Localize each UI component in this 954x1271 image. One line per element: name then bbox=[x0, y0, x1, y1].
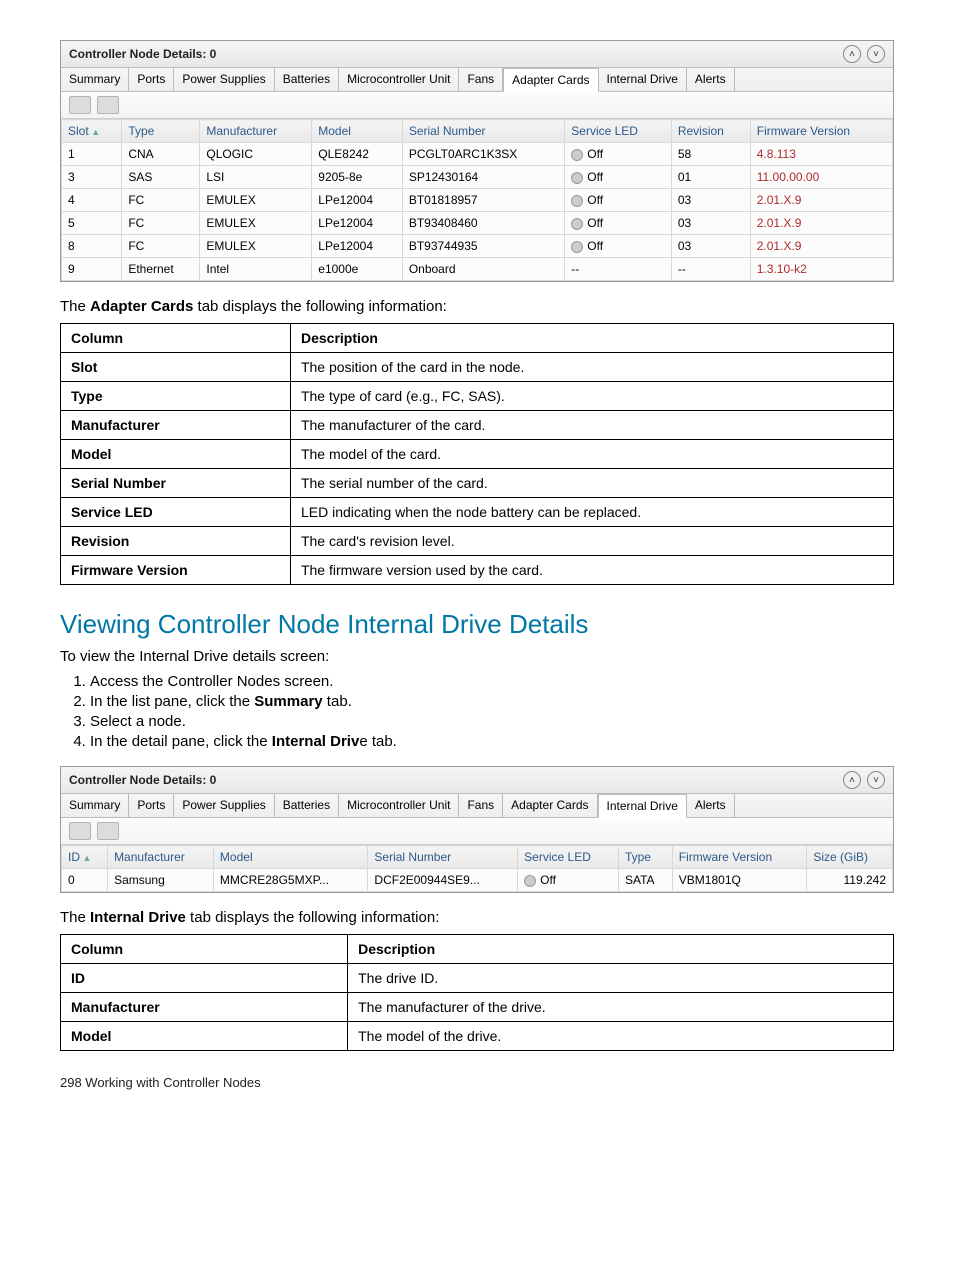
doc-row: Service LEDLED indicating when the node … bbox=[61, 498, 894, 527]
step-item: In the detail pane, click the Internal D… bbox=[90, 733, 894, 750]
step-item: Select a node. bbox=[90, 713, 894, 730]
doc-row: ModelThe model of the drive. bbox=[61, 1022, 894, 1051]
tab-alerts[interactable]: Alerts bbox=[687, 794, 735, 817]
tab-ports[interactable]: Ports bbox=[129, 794, 174, 817]
table-row[interactable]: 0SamsungMMCRE28G5MXP...DCF2E00944SE9...O… bbox=[62, 869, 893, 892]
col-header[interactable]: Slot bbox=[62, 120, 122, 143]
doc-header: Description bbox=[290, 324, 893, 353]
adapter-intro-text: The Adapter Cards tab displays the follo… bbox=[60, 298, 894, 315]
tab-fans[interactable]: Fans bbox=[459, 68, 503, 91]
adapter-cards-panel: Controller Node Details: 0 ˄ ˅ SummaryPo… bbox=[60, 40, 894, 282]
internal-columns-table: ColumnDescriptionIDThe drive ID.Manufact… bbox=[60, 934, 894, 1051]
doc-row: ModelThe model of the card. bbox=[61, 440, 894, 469]
doc-row: RevisionThe card's revision level. bbox=[61, 527, 894, 556]
doc-row: ManufacturerThe manufacturer of the driv… bbox=[61, 993, 894, 1022]
tab-fans[interactable]: Fans bbox=[459, 794, 503, 817]
page-footer: 298 Working with Controller Nodes bbox=[60, 1075, 894, 1090]
internal-drive-table: IDManufacturerModelSerial NumberService … bbox=[61, 845, 893, 892]
col-header[interactable]: Firmware Version bbox=[750, 120, 892, 143]
table-row[interactable]: 4FCEMULEXLPe12004BT01818957Off032.01.X.9 bbox=[62, 189, 893, 212]
panel-toolbar bbox=[61, 92, 893, 119]
steps-list: Access the Controller Nodes screen. In th… bbox=[90, 673, 894, 750]
tab-batteries[interactable]: Batteries bbox=[275, 68, 339, 91]
step-item: Access the Controller Nodes screen. bbox=[90, 673, 894, 690]
internal-intro-text: The Internal Drive tab displays the foll… bbox=[60, 909, 894, 926]
tab-microcontroller-unit[interactable]: Microcontroller Unit bbox=[339, 794, 459, 817]
col-header[interactable]: Type bbox=[122, 120, 200, 143]
table-row[interactable]: 8FCEMULEXLPe12004BT93744935Off032.01.X.9 bbox=[62, 235, 893, 258]
tab-summary[interactable]: Summary bbox=[61, 794, 129, 817]
tab-adapter-cards[interactable]: Adapter Cards bbox=[503, 68, 598, 92]
col-header[interactable]: Serial Number bbox=[402, 120, 564, 143]
doc-row: IDThe drive ID. bbox=[61, 964, 894, 993]
col-header[interactable]: Service LED bbox=[518, 846, 619, 869]
section-intro: To view the Internal Drive details scree… bbox=[60, 648, 894, 665]
tab-power-supplies[interactable]: Power Supplies bbox=[174, 68, 274, 91]
adapter-cards-table: SlotTypeManufacturerModelSerial NumberSe… bbox=[61, 119, 893, 281]
tab-alerts[interactable]: Alerts bbox=[687, 68, 735, 91]
table-row[interactable]: 9EthernetIntele1000eOnboard----1.3.10-k2 bbox=[62, 258, 893, 281]
tab-microcontroller-unit[interactable]: Microcontroller Unit bbox=[339, 68, 459, 91]
col-header[interactable]: Service LED bbox=[565, 120, 672, 143]
col-header[interactable]: Manufacturer bbox=[200, 120, 312, 143]
col-header[interactable]: Size (GiB) bbox=[807, 846, 893, 869]
doc-row: ManufacturerThe manufacturer of the card… bbox=[61, 411, 894, 440]
section-heading: Viewing Controller Node Internal Drive D… bbox=[60, 609, 894, 640]
panel-header: Controller Node Details: 0 ˄ ˅ bbox=[61, 767, 893, 794]
col-header[interactable]: Revision bbox=[671, 120, 750, 143]
adapter-columns-table: ColumnDescriptionSlotThe position of the… bbox=[60, 323, 894, 585]
doc-header: Description bbox=[348, 935, 894, 964]
tab-internal-drive[interactable]: Internal Drive bbox=[599, 68, 687, 91]
col-header[interactable]: Firmware Version bbox=[672, 846, 807, 869]
collapse-down-icon[interactable]: ˅ bbox=[867, 45, 885, 63]
table-row[interactable]: 5FCEMULEXLPe12004BT93408460Off032.01.X.9 bbox=[62, 212, 893, 235]
table-row[interactable]: 3SASLSI9205-8eSP12430164Off0111.00.00.00 bbox=[62, 166, 893, 189]
col-header[interactable]: ID bbox=[62, 846, 108, 869]
panel-toolbar bbox=[61, 818, 893, 845]
collapse-up-icon[interactable]: ˄ bbox=[843, 771, 861, 789]
panel-tabs: SummaryPortsPower SuppliesBatteriesMicro… bbox=[61, 68, 893, 92]
toolbar-btn1[interactable] bbox=[69, 96, 91, 114]
panel-header: Controller Node Details: 0 ˄ ˅ bbox=[61, 41, 893, 68]
tab-power-supplies[interactable]: Power Supplies bbox=[174, 794, 274, 817]
col-header[interactable]: Serial Number bbox=[368, 846, 518, 869]
panel-tabs: SummaryPortsPower SuppliesBatteriesMicro… bbox=[61, 794, 893, 818]
col-header[interactable]: Model bbox=[312, 120, 403, 143]
doc-row: TypeThe type of card (e.g., FC, SAS). bbox=[61, 382, 894, 411]
collapse-up-icon[interactable]: ˄ bbox=[843, 45, 861, 63]
col-header[interactable]: Type bbox=[618, 846, 672, 869]
doc-header: Column bbox=[61, 935, 348, 964]
step-item: In the list pane, click the Summary tab. bbox=[90, 693, 894, 710]
doc-header: Column bbox=[61, 324, 291, 353]
panel-title: Controller Node Details: 0 bbox=[69, 773, 216, 787]
tab-ports[interactable]: Ports bbox=[129, 68, 174, 91]
col-header[interactable]: Model bbox=[213, 846, 368, 869]
table-row[interactable]: 1CNAQLOGICQLE8242PCGLT0ARC1K3SXOff584.8.… bbox=[62, 143, 893, 166]
doc-row: Firmware VersionThe firmware version use… bbox=[61, 556, 894, 585]
tab-internal-drive[interactable]: Internal Drive bbox=[598, 794, 687, 818]
panel-title: Controller Node Details: 0 bbox=[69, 47, 216, 61]
tab-batteries[interactable]: Batteries bbox=[275, 794, 339, 817]
toolbar-btn2[interactable] bbox=[97, 822, 119, 840]
internal-drive-panel: Controller Node Details: 0 ˄ ˅ SummaryPo… bbox=[60, 766, 894, 893]
doc-row: SlotThe position of the card in the node… bbox=[61, 353, 894, 382]
col-header[interactable]: Manufacturer bbox=[108, 846, 214, 869]
tab-summary[interactable]: Summary bbox=[61, 68, 129, 91]
doc-row: Serial NumberThe serial number of the ca… bbox=[61, 469, 894, 498]
toolbar-btn2[interactable] bbox=[97, 96, 119, 114]
tab-adapter-cards[interactable]: Adapter Cards bbox=[503, 794, 597, 817]
toolbar-btn1[interactable] bbox=[69, 822, 91, 840]
collapse-down-icon[interactable]: ˅ bbox=[867, 771, 885, 789]
